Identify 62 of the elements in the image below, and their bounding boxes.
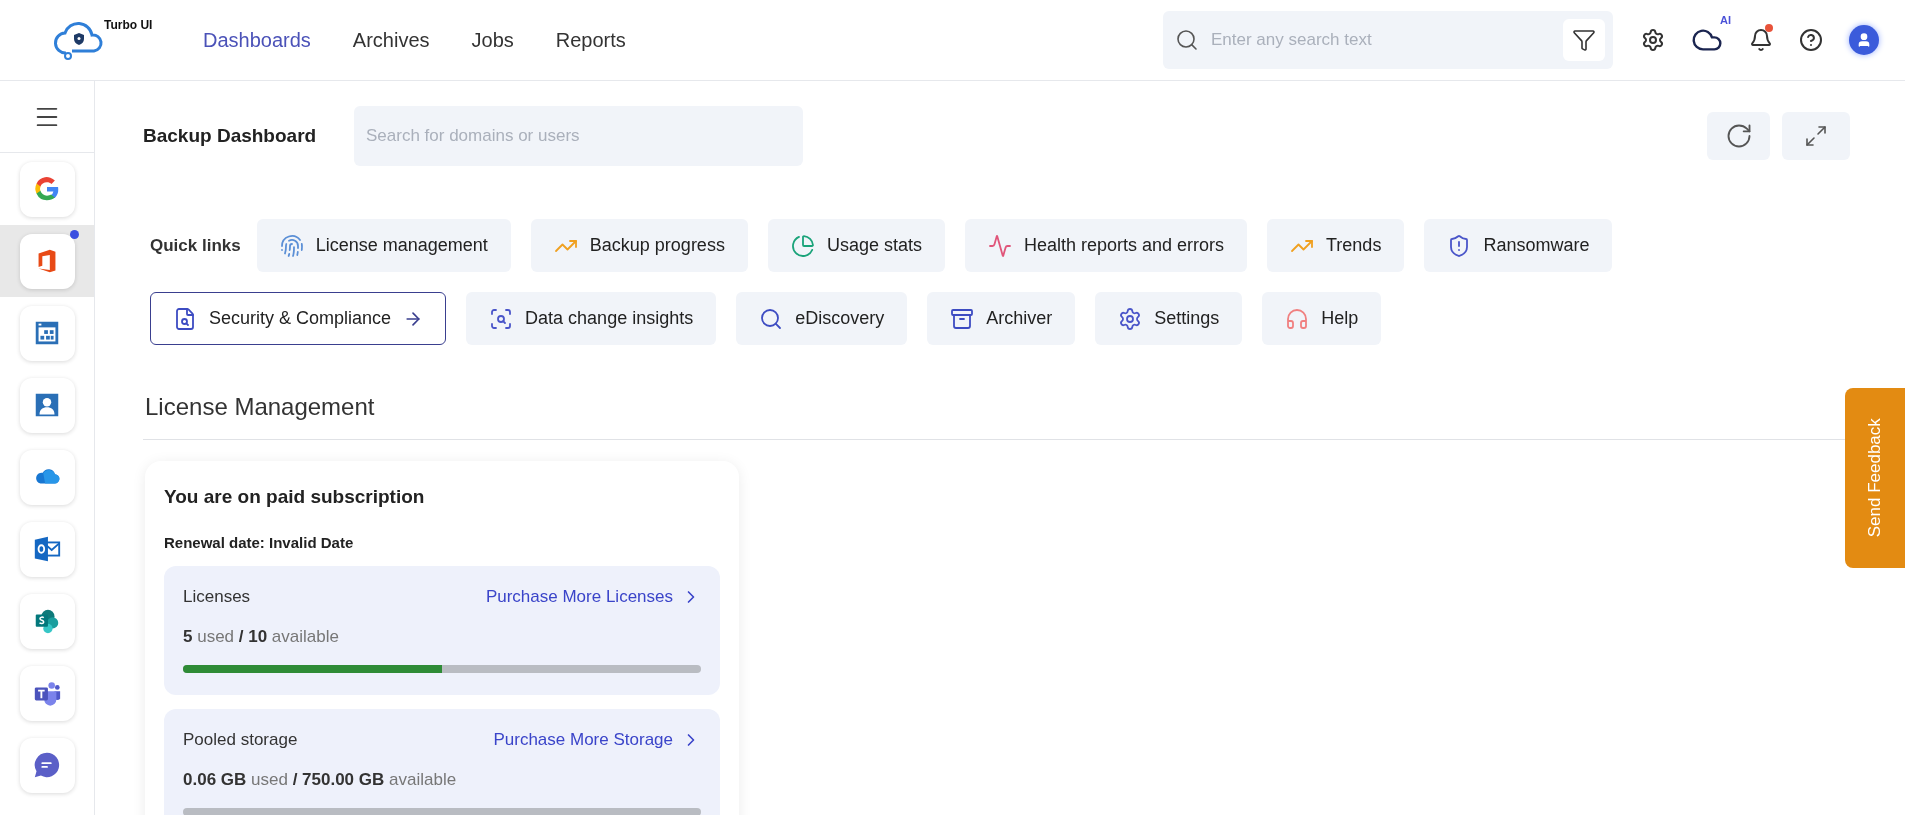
purchase-link[interactable]: Purchase More Licenses (485, 584, 701, 610)
purchase-link[interactable]: Purchase More Storage (493, 727, 701, 753)
quick-link[interactable]: Trends (1267, 219, 1405, 272)
app-button[interactable] (19, 449, 75, 505)
card-title: You are on paid subscription (164, 485, 426, 509)
archive-box-icon (950, 306, 975, 331)
domain-search-field[interactable]: Search for domains or users (354, 106, 803, 166)
gear-icon (1118, 306, 1143, 331)
quick-link[interactable]: Archiver (927, 292, 1076, 345)
search-icon (759, 306, 784, 331)
refresh-button[interactable] (1707, 112, 1770, 160)
pulse-icon (987, 233, 1012, 258)
chat-bubble-icon (32, 750, 62, 780)
expand-icon (1804, 124, 1828, 148)
quick-link[interactable]: eDiscovery (736, 292, 908, 345)
app-button[interactable] (19, 593, 75, 649)
usage-text: 0.06 GB used / 750.00 GB available (183, 768, 458, 791)
quick-link[interactable]: Ransomware (1424, 219, 1613, 272)
quick-link[interactable]: Usage stats (767, 219, 945, 272)
quick-link[interactable]: License management (256, 219, 511, 272)
settings-icon[interactable] (1641, 28, 1665, 52)
logo-text: Turbo UI (104, 17, 153, 34)
search-input[interactable]: Enter any search text (1211, 27, 1551, 53)
quick-link[interactable]: Settings (1095, 292, 1243, 345)
usage-label: Licenses (183, 586, 251, 608)
user-icon (1856, 32, 1872, 48)
quick-link[interactable]: Backup progress (530, 219, 748, 272)
renewal-date: Renewal date: Invalid Date (164, 532, 355, 553)
quick-links-label: Quick links (150, 234, 241, 257)
app-button[interactable] (19, 305, 75, 361)
nav-tab[interactable]: Reports (555, 25, 626, 55)
nav-tab[interactable]: Archives (352, 25, 430, 55)
app-button[interactable] (19, 521, 75, 577)
nav-tab[interactable]: Jobs (471, 25, 514, 55)
fingerprint-icon (279, 233, 304, 258)
scan-search-icon (489, 306, 514, 331)
section-title: License Management (144, 392, 376, 422)
notification-bell-icon[interactable] (1749, 28, 1773, 52)
quick-link[interactable]: Data change insights (466, 292, 717, 345)
help-icon[interactable] (1799, 28, 1823, 52)
usage-label: Pooled storage (183, 729, 298, 751)
search-icon (1175, 28, 1199, 52)
usage-text: 5 used / 10 available (183, 625, 340, 648)
app-button[interactable] (19, 161, 75, 217)
mail-icon (32, 534, 62, 564)
fullscreen-button[interactable] (1782, 112, 1850, 160)
document-search-icon (173, 306, 197, 331)
quick-link[interactable]: Security & Compliance (150, 292, 447, 345)
ai-label: AI (1720, 13, 1731, 28)
nav-tab[interactable]: Dashboards (203, 25, 311, 55)
quick-link[interactable]: Health reports and errors (964, 219, 1248, 272)
pie-chart-icon (790, 233, 815, 258)
app-button[interactable] (19, 665, 75, 721)
app-button[interactable] (19, 377, 75, 433)
headset-icon (1285, 306, 1310, 331)
filter-icon (1572, 28, 1596, 52)
quick-link[interactable]: Help (1262, 292, 1382, 345)
filter-button[interactable] (1563, 19, 1605, 61)
page-title: Backup Dashboard (143, 123, 318, 148)
app-button[interactable] (19, 737, 75, 793)
user-avatar[interactable] (1849, 25, 1879, 55)
search-bar[interactable]: Enter any search text (1163, 11, 1613, 69)
